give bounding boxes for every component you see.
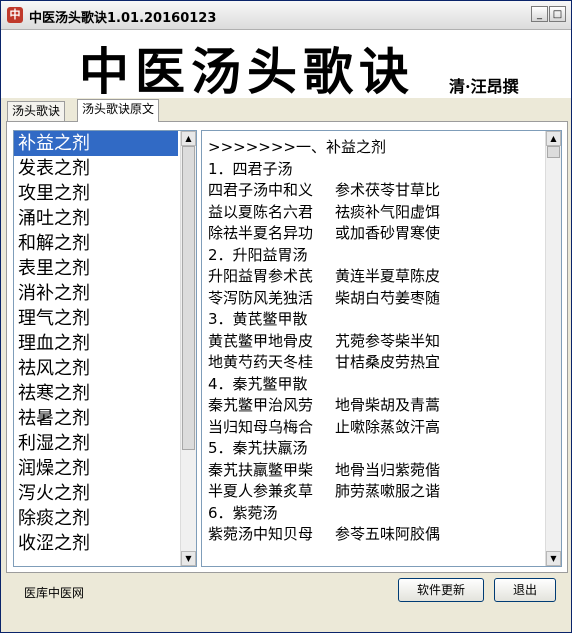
text-line-second: 参术茯苓甘草比 [335,181,441,199]
list-item[interactable]: 补益之剂 [14,131,178,156]
recipe-text-area[interactable]: >>>>>>>一、补益之剂 1．四君子汤四君子汤中和义 参术茯苓甘草比益以夏陈名六君… [201,130,562,567]
list-item[interactable]: 利湿之剂 [14,431,178,456]
text-line: 半夏人参兼炙草 肺劳蒸嗽服之谐 [208,481,543,503]
tab-songs[interactable]: 汤头歌诀 [7,101,66,121]
list-item[interactable]: 涌吐之剂 [14,206,178,231]
text-line-second: 柴胡白芍姜枣随 [335,288,441,307]
text-line-first: 黄芪鳖甲地骨皮 [208,331,314,350]
app-icon: 中 [7,7,23,23]
recipe-text-scrollbar[interactable]: ▲ ▼ [545,131,561,566]
banner-author: 清·汪昂撰 [449,77,519,96]
scroll-up-arrow-icon[interactable]: ▲ [546,131,561,146]
text-line: 1．四君子汤 [208,159,543,181]
list-item[interactable]: 除痰之剂 [14,506,178,531]
text-line-first: 苓泻防风羌独活 [208,288,314,307]
source-label: 医库中医网 [24,586,85,600]
text-line-first: >>>>>>>一、补益之剂 [208,138,386,156]
list-item[interactable]: 理血之剂 [14,331,178,356]
list-item[interactable]: 消补之剂 [14,281,178,306]
tab-original-text[interactable]: 汤头歌诀原文 [77,99,160,122]
text-line-first: 除祛半夏名异功 [208,224,314,242]
scroll-up-arrow-icon[interactable]: ▲ [181,131,196,146]
text-line-second: 甘桔桑皮劳热宜 [335,353,441,371]
text-line: 益以夏陈名六君 祛痰补气阳虚饵 [208,202,543,224]
text-line: 当归知母乌梅合 止嗽除蒸敛汗高 [208,417,543,439]
list-item[interactable]: 理气之剂 [14,306,178,331]
text-line-first: 秦艽鳖甲治风劳 [208,396,314,414]
tab-panel: 补益之剂 发表之剂 攻里之剂 涌吐之剂 和解之剂 表里之剂 消补之剂 理气之剂 理血之剂 祛风之剂… [6,121,568,573]
text-line-first: 益以夏陈名六君 [208,202,314,221]
text-line: 6．紫菀汤 [208,503,543,525]
text-line-second: 地骨当归紫菀偕 [335,460,441,479]
list-item[interactable]: 祛寒之剂 [14,381,178,406]
text-line-first: 6．紫菀汤 [208,503,278,522]
list-item[interactable]: 表里之剂 [14,256,178,281]
text-line-first: 地黄芍药天冬桂 [208,353,314,371]
list-item[interactable]: 祛风之剂 [14,356,178,381]
text-line: 紫菀汤中知贝母 参苓五味阿胶偶 [208,524,543,546]
text-line-second: 祛痰补气阳虚饵 [335,202,441,221]
text-line: 除祛半夏名异功 或加香砂胃寒使 [208,223,543,245]
text-line: 4．秦艽鳖甲散 [208,374,543,396]
minimize-button[interactable]: _ [531,6,548,22]
text-line: 5．秦艽扶羸汤 [208,438,543,460]
banner: 中医汤头歌诀 清·汪昂撰 [1,30,571,101]
text-line: 苓泻防风羌独活 柴胡白芍姜枣随 [208,288,543,310]
category-list-scrollbar[interactable]: ▲ ▼ [180,131,196,566]
list-item[interactable]: 祛暑之剂 [14,406,178,431]
exit-button[interactable]: 退出 [494,578,556,602]
text-line-first: 当归知母乌梅合 [208,417,314,436]
list-item[interactable]: 攻里之剂 [14,181,178,206]
recipe-text-lines: >>>>>>>一、补益之剂 1．四君子汤四君子汤中和义 参术茯苓甘草比益以夏陈名六君… [202,131,543,566]
scroll-down-arrow-icon[interactable]: ▼ [181,551,196,566]
text-line: 四君子汤中和义 参术茯苓甘草比 [208,180,543,202]
text-line-first: 半夏人参兼炙草 [208,482,314,500]
scroll-thumb[interactable] [547,146,560,158]
list-item[interactable]: 发表之剂 [14,156,178,181]
text-line-second: 黄连半夏草陈皮 [335,267,441,285]
text-line-first: 5．秦艽扶羸汤 [208,439,308,457]
text-line-first: 升阳益胃参术芪 [208,267,314,285]
bottom-bar: 医库中医网 软件更新 退出 [6,578,566,606]
list-item[interactable]: 收涩之剂 [14,531,178,556]
text-line-first: 2．升阳益胃汤 [208,245,308,264]
list-item[interactable]: 泻火之剂 [14,481,178,506]
maximize-button[interactable]: □ [549,6,566,22]
category-list-items: 补益之剂 发表之剂 攻里之剂 涌吐之剂 和解之剂 表里之剂 消补之剂 理气之剂 理血之剂 祛风之剂… [14,131,178,566]
list-item[interactable]: 和解之剂 [14,231,178,256]
title-bar[interactable]: 中 中医汤头歌诀1.01.20160123 _ □ [1,1,571,30]
text-line-second: 止嗽除蒸敛汗高 [335,417,441,436]
text-line: 秦艽鳖甲治风劳 地骨柴胡及青蒿 [208,395,543,417]
text-line-second: 肺劳蒸嗽服之谐 [335,482,441,500]
text-line: 地黄芍药天冬桂 甘桔桑皮劳热宜 [208,352,543,374]
text-line: 升阳益胃参术芪 黄连半夏草陈皮 [208,266,543,288]
text-line: 2．升阳益胃汤 [208,245,543,267]
text-line: >>>>>>>一、补益之剂 [208,137,543,159]
text-line-second: 艽菀参苓柴半知 [335,331,441,350]
text-line-first: 1．四君子汤 [208,159,293,178]
list-item[interactable]: 润燥之剂 [14,456,178,481]
text-line: 黄芪鳖甲地骨皮 艽菀参苓柴半知 [208,331,543,353]
text-line-first: 秦艽扶羸鳖甲柴 [208,460,314,479]
text-line-second: 地骨柴胡及青蒿 [335,396,441,414]
category-list[interactable]: 补益之剂 发表之剂 攻里之剂 涌吐之剂 和解之剂 表里之剂 消补之剂 理气之剂 理血之剂 祛风之剂… [13,130,197,567]
window-title: 中医汤头歌诀1.01.20160123 [29,11,217,26]
text-line-first: 紫菀汤中知贝母 [208,525,314,543]
text-line-second: 参苓五味阿胶偶 [335,525,441,543]
text-line-first: 四君子汤中和义 [208,181,314,199]
update-button[interactable]: 软件更新 [398,578,484,602]
app-window: 中 中医汤头歌诀1.01.20160123 _ □ 中医汤头歌诀 清·汪昂撰 汤… [0,0,572,633]
scroll-down-arrow-icon[interactable]: ▼ [546,551,561,566]
text-line: 秦艽扶羸鳖甲柴 地骨当归紫菀偕 [208,460,543,482]
text-line: 3．黄芪鳖甲散 [208,309,543,331]
banner-title: 中医汤头歌诀 [79,42,415,101]
scroll-thumb[interactable] [182,146,195,450]
text-line-first: 3．黄芪鳖甲散 [208,310,308,328]
text-line-first: 4．秦艽鳖甲散 [208,374,308,393]
text-line-second: 或加香砂胃寒使 [335,224,441,242]
